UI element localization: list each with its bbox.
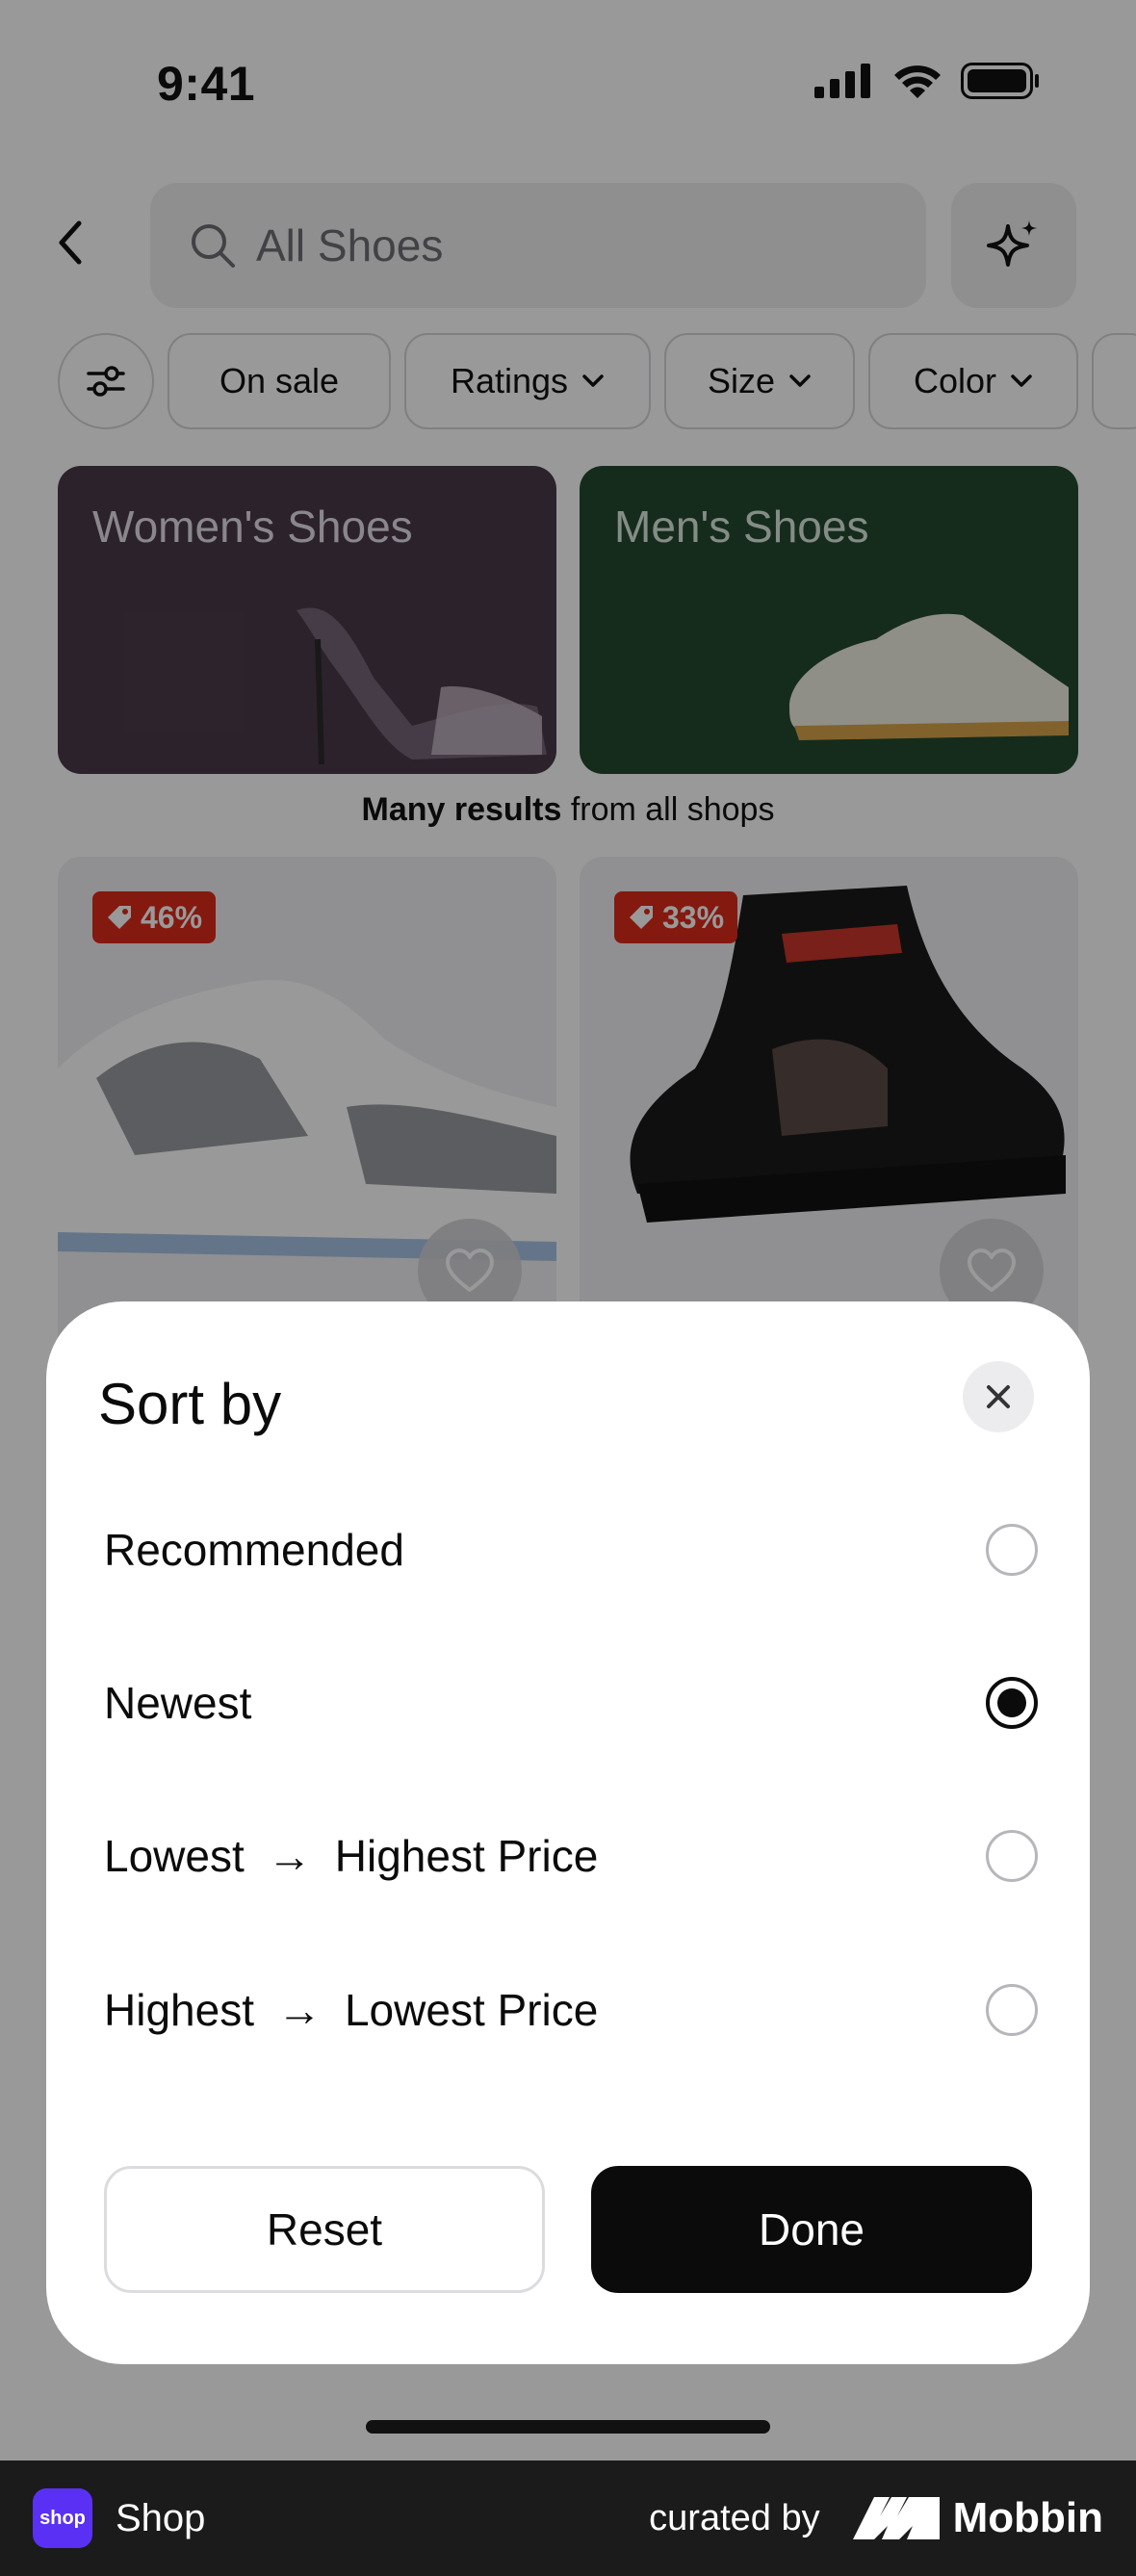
sort-option-price-low-high[interactable]: Lowest → Highest Price	[104, 1808, 1038, 1904]
shop-logo: shop	[33, 2488, 92, 2548]
sort-option-price-high-low[interactable]: Highest → Lowest Price	[104, 1962, 1038, 2058]
option-label-from: Highest	[104, 1985, 254, 2035]
radio-button[interactable]	[986, 1984, 1038, 2036]
arrow-right-icon: →	[267, 1831, 312, 1881]
arrow-right-icon: →	[276, 1985, 322, 2035]
curated-by-text: curated by	[649, 2497, 820, 2538]
sort-sheet: Sort by Recommended Newest Lowest → High…	[46, 1301, 1090, 2364]
sheet-title: Sort by	[98, 1372, 282, 1436]
close-icon	[987, 1385, 1010, 1408]
sort-option-recommended[interactable]: Recommended	[104, 1502, 1038, 1598]
attribution-bar: shop Shop curated by Mobbin	[0, 2460, 1136, 2576]
option-label: Highest → Lowest Price	[104, 1984, 598, 2036]
option-label-from: Lowest	[104, 1831, 245, 1881]
app-attribution: shop Shop	[33, 2488, 205, 2548]
radio-button[interactable]	[986, 1524, 1038, 1576]
close-button[interactable]	[963, 1361, 1034, 1432]
option-label-to: Highest Price	[334, 1831, 599, 1881]
sort-option-newest[interactable]: Newest	[104, 1655, 1038, 1751]
option-label: Newest	[104, 1678, 252, 1728]
reset-button[interactable]: Reset	[104, 2166, 545, 2293]
radio-button[interactable]	[986, 1830, 1038, 1882]
radio-button-selected[interactable]	[986, 1677, 1038, 1729]
mobbin-brand: Mobbin	[952, 2494, 1103, 2541]
done-button[interactable]: Done	[591, 2166, 1032, 2293]
home-indicator	[366, 2420, 770, 2434]
option-label: Lowest → Highest Price	[104, 1830, 598, 1882]
app-name: Shop	[116, 2496, 206, 2539]
mobbin-logo-icon	[852, 2497, 940, 2539]
option-label: Recommended	[104, 1525, 404, 1575]
mobbin-logo: Mobbin	[852, 2494, 1103, 2542]
option-label-to: Lowest Price	[344, 1985, 599, 2035]
radio-dot	[997, 1688, 1026, 1717]
curator-attribution: curated by Mobbin	[649, 2494, 1103, 2542]
app-screen: 9:41 All Shoes On sale Ratings Size Colo…	[0, 0, 1136, 2460]
